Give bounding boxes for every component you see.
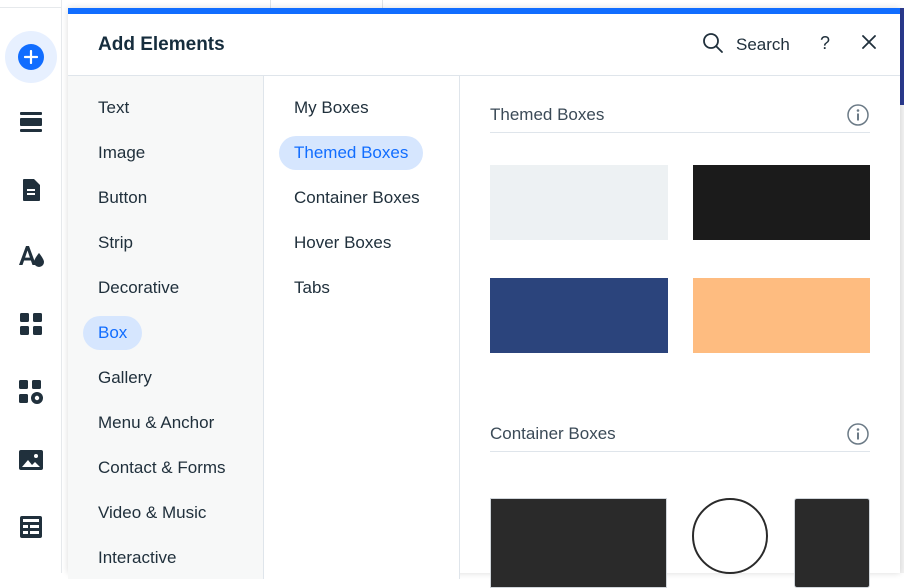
- left-toolbar: [0, 0, 62, 573]
- pages-icon: [21, 178, 41, 207]
- top-bar-divider: [382, 0, 383, 8]
- editor-top-bar: [62, 0, 904, 8]
- elements-content: Themed Boxes Container Boxes: [460, 76, 900, 588]
- themed-box-light[interactable]: [490, 165, 668, 240]
- subcategory-item-tabs[interactable]: Tabs: [279, 271, 345, 305]
- sections-icon: [19, 111, 43, 138]
- business-apps-button[interactable]: [11, 374, 51, 414]
- themed-box-dark[interactable]: [693, 165, 870, 240]
- category-item-menu-anchor[interactable]: Menu & Anchor: [83, 406, 229, 440]
- add-elements-button[interactable]: [5, 31, 57, 83]
- search-button[interactable]: Search: [702, 32, 790, 58]
- panel-header: Add Elements Search ?: [68, 14, 900, 76]
- themed-box-peach[interactable]: [693, 278, 870, 353]
- category-item-contact-forms[interactable]: Contact & Forms: [83, 451, 241, 485]
- category-item-box[interactable]: Box: [83, 316, 143, 350]
- info-icon[interactable]: [846, 103, 870, 127]
- category-item-image[interactable]: Image: [83, 136, 160, 170]
- container-box-rectangle[interactable]: [490, 498, 667, 588]
- themed-box-navy[interactable]: [490, 278, 668, 353]
- business-apps-icon: [18, 379, 44, 410]
- design-button[interactable]: [11, 238, 51, 278]
- subcategory-item-themed-boxes[interactable]: Themed Boxes: [279, 136, 424, 170]
- category-item-gallery[interactable]: Gallery: [83, 361, 167, 395]
- media-button[interactable]: [11, 442, 51, 482]
- subcategory-item-container-boxes[interactable]: Container Boxes: [279, 181, 435, 215]
- info-icon[interactable]: [846, 422, 870, 446]
- close-button[interactable]: [859, 34, 879, 54]
- apps-icon: [19, 312, 43, 341]
- rail-top-strip: [0, 0, 62, 8]
- add-elements-panel: Add Elements Search ? Text Image Button …: [68, 8, 900, 588]
- section-title: Themed Boxes: [490, 105, 605, 124]
- design-icon: [17, 243, 45, 274]
- search-label: Search: [736, 35, 790, 54]
- section-title: Container Boxes: [490, 424, 616, 443]
- media-icon: [18, 449, 44, 476]
- themed-boxes-header: Themed Boxes: [490, 103, 870, 133]
- category-list: Text Image Button Strip Decorative Box G…: [68, 76, 264, 579]
- help-button[interactable]: ?: [820, 33, 830, 54]
- close-icon: [862, 34, 876, 54]
- subcategory-list: My Boxes Themed Boxes Container Boxes Ho…: [264, 76, 460, 579]
- subcategory-item-my-boxes[interactable]: My Boxes: [279, 91, 384, 125]
- container-box-square[interactable]: [794, 498, 870, 588]
- canvas-edge: [900, 8, 904, 105]
- category-item-button[interactable]: Button: [83, 181, 162, 215]
- container-boxes-header: Container Boxes: [490, 422, 870, 452]
- category-item-decorative[interactable]: Decorative: [83, 271, 194, 305]
- sections-button[interactable]: [11, 104, 51, 144]
- category-item-strip[interactable]: Strip: [83, 226, 148, 260]
- pages-button[interactable]: [11, 172, 51, 212]
- table-icon: [19, 515, 43, 544]
- canvas-edge: [900, 105, 904, 573]
- panel-title: Add Elements: [98, 34, 225, 55]
- category-item-video-music[interactable]: Video & Music: [83, 496, 221, 530]
- apps-button[interactable]: [11, 306, 51, 346]
- container-box-circle[interactable]: [692, 498, 768, 574]
- top-bar-divider: [270, 0, 271, 8]
- add-icon: [18, 44, 44, 70]
- category-item-interactive[interactable]: Interactive: [83, 541, 191, 575]
- table-button[interactable]: [11, 509, 51, 549]
- search-icon: [702, 32, 724, 59]
- subcategory-item-hover-boxes[interactable]: Hover Boxes: [279, 226, 406, 260]
- category-item-text[interactable]: Text: [83, 91, 144, 125]
